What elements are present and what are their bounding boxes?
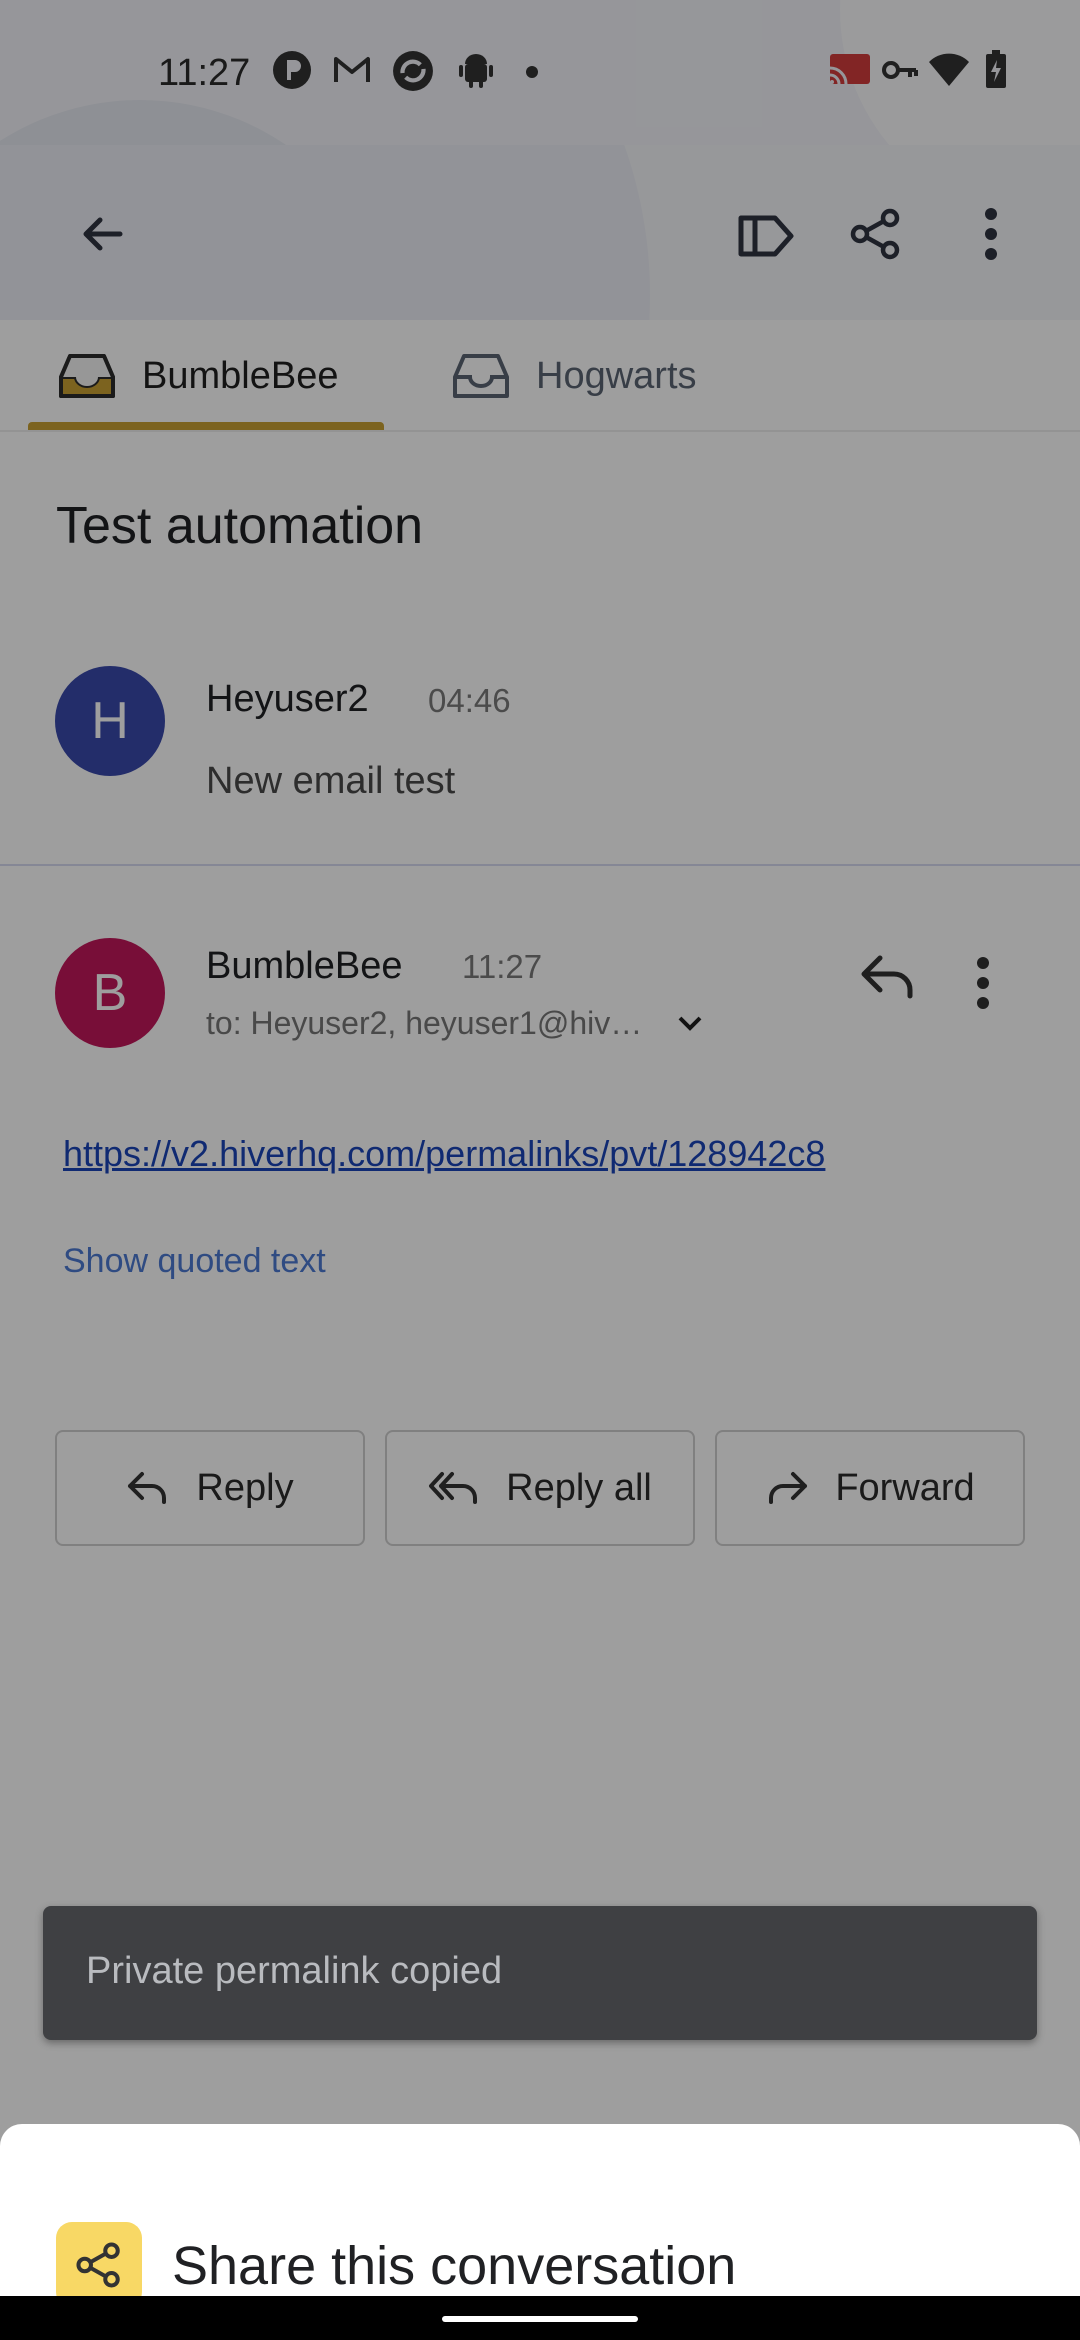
share-icon: [76, 2242, 120, 2288]
gesture-handle[interactable]: [442, 2316, 638, 2322]
sheet-title: Share this conversation: [172, 2236, 737, 2296]
snackbar-text: Private permalink copied: [86, 1950, 503, 1992]
snackbar: Private permalink copied: [43, 1906, 1037, 2040]
